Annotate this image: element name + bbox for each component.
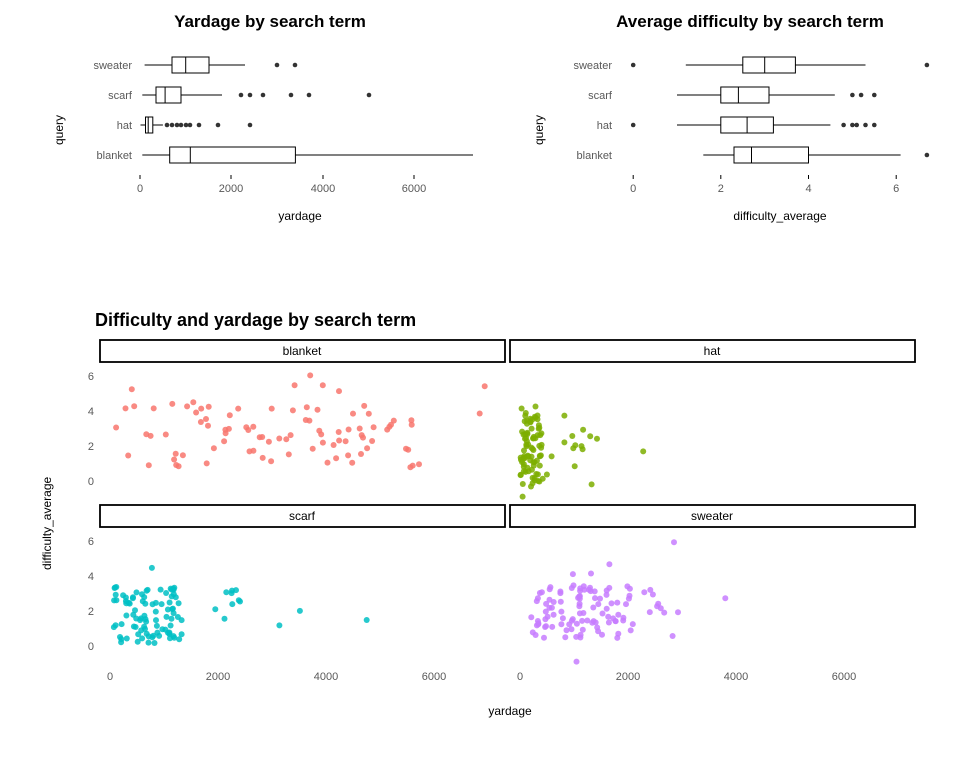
points-scarf	[111, 565, 370, 646]
xticks2: 0 2 4 6	[630, 175, 899, 195]
svg-text:2: 2	[88, 441, 94, 453]
svg-text:6000: 6000	[402, 183, 426, 195]
svg-text:4: 4	[805, 183, 811, 195]
points-blanket	[113, 372, 488, 470]
boxplot-yardage: sweater scarf hat blanket 0 2000 4000 60…	[110, 40, 470, 245]
points-sweater	[528, 539, 728, 664]
scatter-xticks: 0 2000 4000 6000 0 2000 4000 6000	[107, 671, 856, 683]
svg-text:0: 0	[88, 476, 94, 488]
boxplot-difficulty-xlabel: difficulty_average	[733, 209, 826, 223]
svg-text:6000: 6000	[832, 671, 856, 683]
svg-text:4000: 4000	[311, 183, 335, 195]
boxplot-difficulty-ylabel: query	[532, 115, 546, 145]
svg-text:2000: 2000	[206, 671, 230, 683]
svg-text:6: 6	[88, 371, 94, 383]
boxplot-yardage-title: Yardage by search term	[80, 12, 460, 32]
svg-text:2: 2	[718, 183, 724, 195]
facet-label-scarf: scarf	[289, 509, 316, 523]
box-hat	[141, 117, 253, 133]
scatter-yticks: 0 2 4 6 0 2 4 6	[88, 371, 94, 653]
xticks: 0 2000 4000 6000	[137, 175, 426, 195]
box2-scarf	[677, 87, 877, 103]
ytick2-scarf: scarf	[588, 90, 613, 102]
svg-text:4: 4	[88, 571, 94, 583]
scatter-faceted: blanket hat scarf sweater 0 2 4 6 0 2 4 …	[70, 335, 940, 755]
facet-label-sweater: sweater	[691, 509, 733, 523]
boxplot-yardage-ylabel: query	[52, 115, 66, 145]
box2-blanket	[703, 147, 929, 163]
ytick2-sweater: sweater	[573, 60, 612, 72]
ytick-scarf: scarf	[108, 90, 133, 102]
scatter-ylabel: difficulty_average	[40, 477, 54, 570]
svg-text:2: 2	[88, 606, 94, 618]
boxplot-difficulty: sweater scarf hat blanket 0 2 4 6 diffic…	[590, 40, 950, 245]
ytick2-blanket: blanket	[577, 150, 612, 162]
box2-sweater	[631, 57, 929, 73]
box2-hat	[631, 117, 877, 133]
svg-text:4000: 4000	[314, 671, 338, 683]
box-scarf	[142, 87, 371, 103]
boxplot-yardage-xlabel: yardage	[278, 209, 322, 223]
figure-grid: Yardage by search term query sweater sca…	[0, 0, 960, 768]
box-blanket	[142, 147, 473, 163]
ytick-sweater: sweater	[93, 60, 132, 72]
svg-text:0: 0	[137, 183, 143, 195]
ytick2-hat: hat	[597, 120, 612, 132]
boxplot-difficulty-title: Average difficulty by search term	[550, 12, 950, 32]
svg-text:6000: 6000	[422, 671, 446, 683]
ytick-hat: hat	[117, 120, 132, 132]
svg-text:4000: 4000	[724, 671, 748, 683]
svg-text:0: 0	[517, 671, 523, 683]
svg-text:0: 0	[107, 671, 113, 683]
svg-text:4: 4	[88, 406, 94, 418]
scatter-title: Difficulty and yardage by search term	[95, 310, 915, 331]
svg-text:0: 0	[88, 641, 94, 653]
box-sweater	[145, 57, 298, 73]
svg-text:6: 6	[893, 183, 899, 195]
svg-text:2000: 2000	[616, 671, 640, 683]
ytick-blanket: blanket	[97, 150, 132, 162]
facet-label-blanket: blanket	[283, 344, 322, 358]
svg-text:6: 6	[88, 536, 94, 548]
points-hat	[518, 404, 647, 500]
svg-text:2000: 2000	[219, 183, 243, 195]
svg-text:0: 0	[630, 183, 636, 195]
facet-label-hat: hat	[704, 344, 721, 358]
scatter-xlabel: yardage	[488, 704, 532, 718]
